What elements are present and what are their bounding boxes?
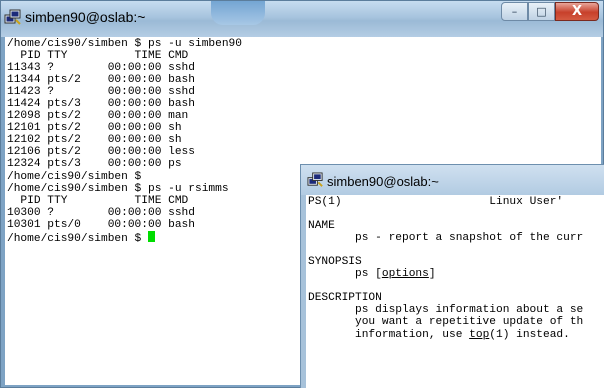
section-text: information, use top(1) instead. — [308, 329, 604, 341]
synopsis-suffix: ] — [428, 268, 436, 281]
title-bar-highlight — [211, 1, 265, 25]
synopsis-prefix: ps [ — [308, 268, 382, 281]
terminal-line: 11423 ? 00:00:00 sshd — [7, 86, 195, 99]
man-page-output[interactable]: PS(1) Linux User' NAME ps - report a sna… — [306, 195, 604, 388]
terminal-line: PID TTY TIME CMD — [7, 50, 189, 63]
section-heading: DESCRIPTION — [308, 292, 382, 305]
man-header-line: PS(1) Linux User' — [308, 196, 604, 208]
text-cursor — [148, 230, 155, 242]
options-link: options — [381, 268, 429, 281]
section-heading: NAME — [308, 220, 335, 233]
title-bar[interactable]: simben90@oslab:~ — [301, 165, 604, 195]
terminal-line: 12102 pts/2 00:00:00 sh — [7, 134, 182, 147]
title-bar[interactable]: simben90@oslab:~ – □ X — [1, 1, 603, 37]
desc-suffix: (1) instead. — [489, 328, 570, 341]
shell-prompt: /home/cis90/simben $ — [7, 232, 148, 245]
window-title: simben90@oslab:~ — [327, 174, 439, 189]
terminal-line: 12101 pts/2 00:00:00 sh — [7, 122, 182, 135]
header-spacer — [342, 196, 490, 208]
terminal-line: /home/cis90/simben $ ps -u simben90 — [7, 38, 242, 50]
top-link: top — [469, 328, 490, 341]
terminal-line: 11344 pts/2 00:00:00 bash — [7, 74, 195, 87]
terminal-window-man[interactable]: simben90@oslab:~ PS(1) Linux User' NAME … — [300, 164, 604, 388]
window-title: simben90@oslab:~ — [25, 9, 146, 25]
man-header-left: PS(1) — [308, 196, 342, 208]
close-button[interactable]: X — [555, 2, 599, 21]
maximize-button[interactable]: □ — [528, 2, 555, 21]
terminal-line: 11424 pts/3 00:00:00 bash — [7, 98, 195, 111]
putty-terminal-icon — [307, 172, 323, 187]
desc-prefix: information, use — [308, 328, 470, 341]
section-text: you want a repetitive update of th — [308, 316, 584, 329]
window-controls: – □ X — [501, 2, 599, 21]
terminal-line: 12098 pts/2 00:00:00 man — [7, 110, 189, 123]
section-heading: SYNOPSIS — [308, 256, 362, 269]
minimize-button[interactable]: – — [501, 2, 528, 21]
man-page-lines: PS(1) Linux User' NAME ps - report a sna… — [306, 195, 604, 341]
terminal-line: 12106 pts/2 00:00:00 less — [7, 146, 195, 159]
putty-terminal-icon — [4, 9, 21, 25]
section-text: ps displays information about a se — [308, 304, 584, 317]
man-header-right: Linux User' — [489, 196, 564, 208]
synopsis-line: ps [options] — [308, 268, 604, 280]
section-text: ps - report a snapshot of the curr — [308, 232, 584, 245]
terminal-line: 11343 ? 00:00:00 sshd — [7, 62, 195, 75]
